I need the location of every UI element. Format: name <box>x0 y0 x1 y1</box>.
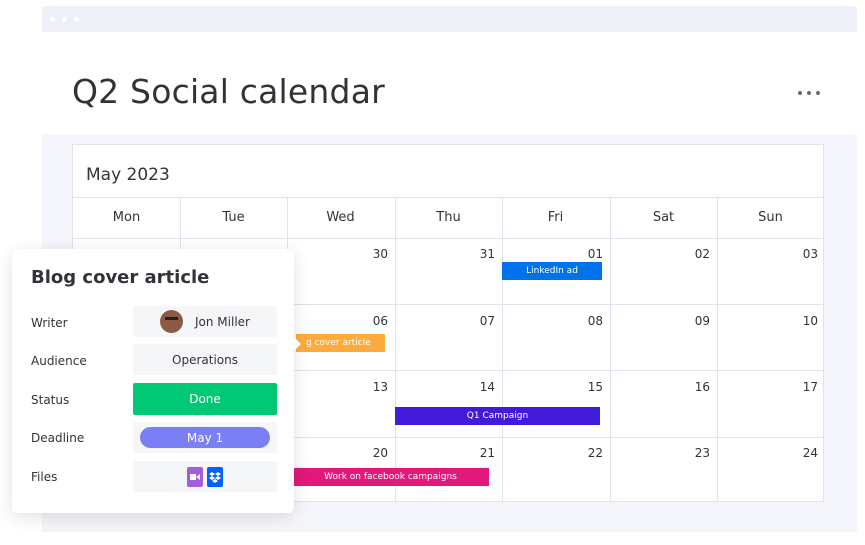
day-number[interactable]: 22 <box>573 446 603 460</box>
day-number[interactable]: 02 <box>680 247 710 261</box>
status-label: Status <box>31 393 70 407</box>
status-cell[interactable]: Done <box>133 383 277 415</box>
files-cell[interactable] <box>133 461 277 492</box>
status-badge: Done <box>189 392 221 406</box>
audience-cell[interactable]: Operations <box>133 344 277 375</box>
day-number[interactable]: 10 <box>788 314 818 328</box>
day-number[interactable]: 31 <box>465 247 495 261</box>
avatar <box>160 310 183 333</box>
event-facebook-campaigns[interactable]: Work on facebook campaigns <box>292 468 489 486</box>
day-number[interactable]: 03 <box>788 247 818 261</box>
deadline-label: Deadline <box>31 431 85 445</box>
event-linkedin-ad[interactable]: LinkedIn ad <box>502 262 602 280</box>
audience-value: Operations <box>172 352 238 367</box>
day-number[interactable]: 06 <box>358 314 388 328</box>
writer-cell[interactable]: Jon Miller <box>133 306 277 337</box>
video-file-icon[interactable] <box>187 466 203 487</box>
day-number[interactable]: 24 <box>788 446 818 460</box>
day-number[interactable]: 08 <box>573 314 603 328</box>
more-horizontal-icon[interactable] <box>796 88 824 100</box>
day-header-wed: Wed <box>326 210 355 225</box>
window-dot <box>74 17 79 22</box>
files-label: Files <box>31 470 58 484</box>
day-header-sat: Sat <box>652 210 675 225</box>
day-number[interactable]: 21 <box>465 446 495 460</box>
card-title: Blog cover article <box>31 267 210 288</box>
day-number[interactable]: 13 <box>358 380 388 394</box>
day-number[interactable]: 23 <box>680 446 710 460</box>
dropbox-icon[interactable] <box>207 466 223 487</box>
day-number[interactable]: 14 <box>465 380 495 394</box>
deadline-cell[interactable]: May 1 <box>133 422 277 453</box>
day-header-mon: Mon <box>112 210 141 225</box>
window-titlebar <box>42 6 857 32</box>
day-number[interactable]: 16 <box>680 380 710 394</box>
day-header-tue: Tue <box>222 210 245 225</box>
audience-label: Audience <box>31 354 87 368</box>
writer-name: Jon Miller <box>195 314 250 329</box>
event-blog-cover-article[interactable]: g cover article <box>296 334 385 352</box>
card-pointer <box>293 336 301 352</box>
day-number[interactable]: 30 <box>358 247 388 261</box>
day-number[interactable]: 20 <box>358 446 388 460</box>
window-dot <box>62 17 67 22</box>
day-header-fri: Fri <box>547 210 564 225</box>
item-detail-card: Blog cover article Writer Jon Miller Aud… <box>12 249 294 513</box>
day-number[interactable]: 09 <box>680 314 710 328</box>
day-number[interactable]: 01 <box>573 247 603 261</box>
day-number[interactable]: 17 <box>788 380 818 394</box>
writer-label: Writer <box>31 316 68 330</box>
month-label: May 2023 <box>86 165 170 185</box>
day-header-sun: Sun <box>758 210 783 225</box>
window-dot <box>50 17 55 22</box>
day-number[interactable]: 15 <box>573 380 603 394</box>
day-header-thu: Thu <box>436 210 461 225</box>
page-title: Q2 Social calendar <box>72 72 385 111</box>
deadline-pill: May 1 <box>140 427 270 448</box>
event-q1-campaign[interactable]: Q1 Campaign <box>395 407 600 425</box>
header-divider <box>73 197 825 198</box>
day-number[interactable]: 07 <box>465 314 495 328</box>
